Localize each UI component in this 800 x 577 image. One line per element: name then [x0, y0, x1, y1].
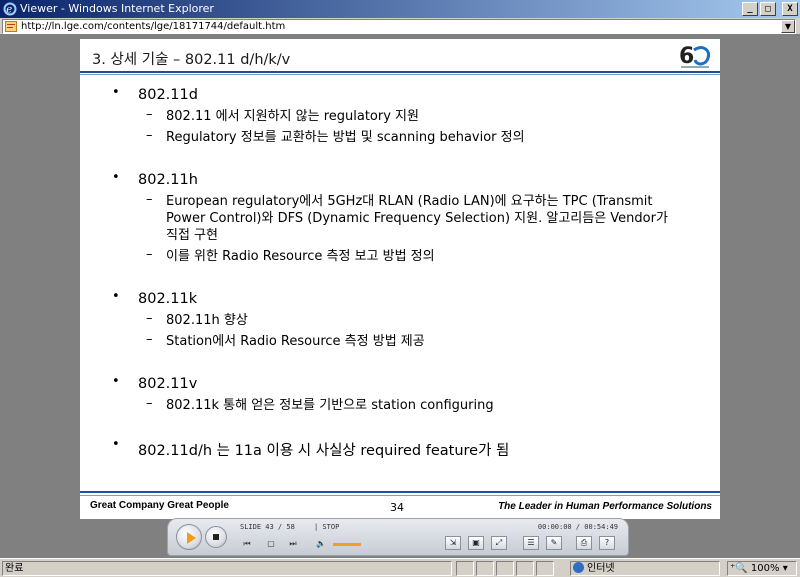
screen-icon[interactable]: ▣ [468, 536, 484, 550]
status-bar: 완료 인터넷 ⁺🔍 100% ▾ [0, 558, 800, 577]
close-button[interactable]: X [782, 2, 798, 16]
status-pane [456, 561, 474, 576]
play-button[interactable] [176, 524, 202, 550]
volume-icon[interactable]: 🔈 [314, 538, 328, 550]
zoom-dropdown-icon[interactable]: ▾ [783, 563, 788, 574]
previous-slide-icon[interactable]: ⏮ [240, 538, 254, 550]
bullet-title: 802.11d/h 는 11a 이용 시 사실상 required featur… [138, 443, 510, 459]
volume-slider[interactable] [333, 543, 361, 546]
bullet-dot: • [112, 85, 120, 100]
bookmark-icon[interactable]: ✎ [546, 536, 562, 550]
globe-icon [573, 562, 584, 573]
address-bar: http://ln.lge.com/contents/lge/18171744/… [0, 18, 800, 35]
browser-viewport: 3. 상세 기술 – 802.11 d/h/k/v 6 • 802.11d – … [0, 35, 800, 558]
zone-text: 인터넷 [587, 563, 615, 574]
dash-marker: – [146, 107, 153, 122]
sub-bullet: 802.11 에서 지원하지 않는 regulatory 지원 [166, 109, 419, 124]
minimize-button[interactable]: _ [742, 2, 758, 16]
index-icon[interactable]: ☰ [523, 536, 539, 550]
bullet-dot: • [112, 289, 120, 304]
presentation-slide: 3. 상세 기술 – 802.11 d/h/k/v 6 • 802.11d – … [80, 39, 720, 519]
help-icon[interactable]: ? [599, 536, 615, 550]
player-info-strip: SLIDE 43 / 58 | STOP 00:00:00 / 00:54:49 [234, 521, 624, 533]
svg-text:e: e [6, 5, 12, 16]
stop-button[interactable] [205, 526, 227, 548]
fullscreen-icon[interactable]: ⤢ [491, 536, 507, 550]
bullet-title: 802.11k [138, 291, 198, 307]
stop-icon [213, 534, 219, 540]
dash-marker: – [146, 128, 153, 143]
sub-bullet: European regulatory에서 5GHz대 RLAN (Radio … [166, 194, 668, 243]
footer-divider [80, 491, 720, 493]
bullet-title: 802.11d [138, 87, 198, 103]
bullet-title: 802.11h [138, 172, 198, 188]
address-dropdown-icon[interactable]: ▼ [781, 20, 795, 33]
window-title-bar: e Viewer - Windows Internet Explorer _ □… [0, 0, 800, 18]
status-pane [496, 561, 514, 576]
zoom-level: 100% [750, 563, 780, 574]
company-logo: 6 [679, 44, 711, 69]
dash-marker: – [146, 311, 153, 326]
player-control-bar: SLIDE 43 / 58 | STOP 00:00:00 / 00:54:49… [167, 518, 629, 556]
bullet-title: 802.11v [138, 376, 198, 392]
sub-bullet: 이를 위한 Radio Resource 측정 보고 방법 정의 [166, 249, 435, 264]
player-status: | STOP [314, 523, 340, 531]
page-number: 34 [390, 501, 404, 514]
slide-list-icon[interactable]: ▢ [264, 538, 278, 550]
dash-marker: – [146, 192, 153, 207]
status-text: 완료 [5, 563, 24, 574]
play-icon [187, 532, 196, 544]
status-pane [516, 561, 534, 576]
status-pane [476, 561, 494, 576]
svg-text:6: 6 [679, 44, 694, 69]
footer-slogan: Great Company Great People [90, 500, 229, 511]
window-title: Viewer - Windows Internet Explorer [20, 2, 214, 15]
sub-bullet: 802.11h 향상 [166, 313, 248, 328]
dash-marker: – [146, 396, 153, 411]
page-icon [5, 21, 17, 32]
ie-logo-icon: e [3, 2, 17, 16]
footer-tagline: The Leader in Human Performance Solution… [498, 501, 712, 512]
sub-bullet: Station에서 Radio Resource 측정 방법 제공 [166, 334, 425, 349]
status-text-pane: 완료 [2, 561, 452, 576]
maximize-button[interactable]: □ [760, 2, 776, 16]
next-slide-icon[interactable]: ⏭ [286, 538, 300, 550]
zoom-control[interactable]: ⁺🔍 100% ▾ [727, 561, 797, 576]
dash-marker: – [146, 247, 153, 262]
sub-bullet: Regulatory 정보를 교환하는 방법 및 scanning behavi… [166, 130, 525, 145]
print-icon[interactable]: ⎙ [576, 536, 592, 550]
status-pane [536, 561, 554, 576]
player-time: 00:00:00 / 00:54:49 [537, 523, 618, 531]
slide-header: 3. 상세 기술 – 802.11 d/h/k/v 6 [80, 39, 720, 73]
sub-bullet: 802.11k 통해 얻은 정보를 기반으로 station configuri… [166, 398, 494, 413]
zone-pane: 인터넷 [570, 561, 720, 576]
header-divider-thin [80, 74, 720, 75]
slide-title: 3. 상세 기술 – 802.11 d/h/k/v [92, 52, 291, 68]
zoom-icon: ⁺🔍 [730, 563, 748, 574]
dash-marker: – [146, 332, 153, 347]
header-divider [80, 71, 720, 73]
resize-icon[interactable]: ⇲ [445, 536, 461, 550]
bullet-dot: • [112, 374, 120, 389]
address-field[interactable]: http://ln.lge.com/contents/lge/18171744/… [2, 19, 796, 34]
slide-counter: SLIDE 43 / 58 [240, 523, 295, 531]
bullet-dot: • [112, 170, 120, 185]
bullet-dot: • [112, 437, 120, 452]
footer-divider-thin [80, 495, 720, 496]
address-url: http://ln.lge.com/contents/lge/18171744/… [21, 21, 286, 32]
